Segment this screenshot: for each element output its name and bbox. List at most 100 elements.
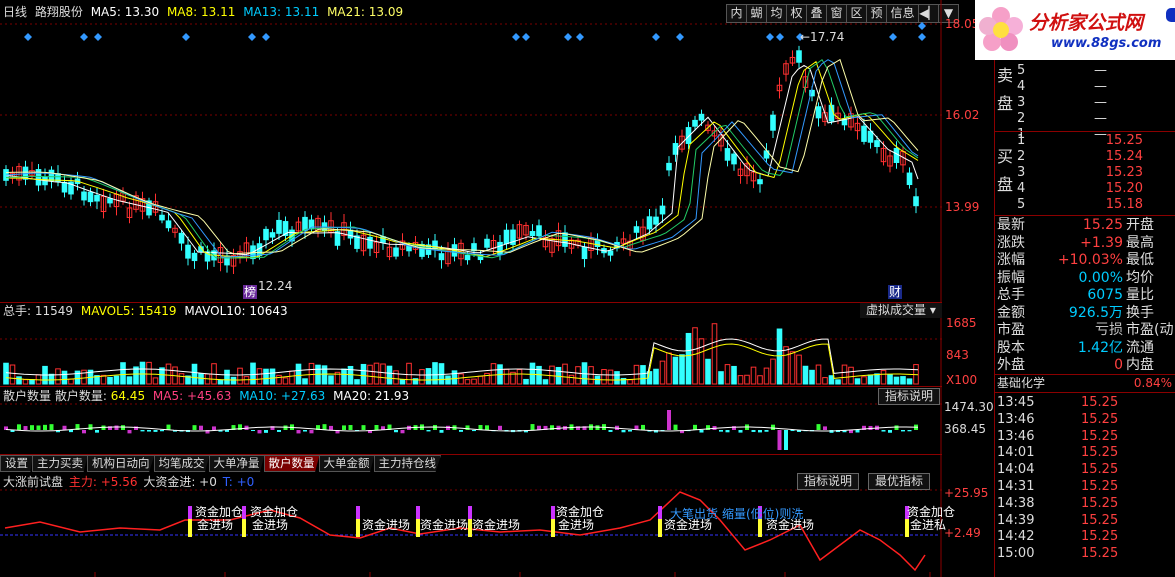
candle-body: [334, 231, 341, 246]
volume-bar: [854, 378, 861, 385]
candle-body: [484, 238, 490, 248]
list-item[interactable]: 1 15.25: [1017, 133, 1175, 149]
volume-bar: [360, 363, 367, 385]
candle-body: [61, 181, 68, 193]
tab-main-position[interactable]: 主力持仓线: [373, 455, 441, 472]
volume-bar: [438, 363, 445, 385]
quote-value: +1.39: [1080, 234, 1123, 251]
candle-body: [464, 255, 471, 261]
tick-time: 13:46: [997, 411, 1035, 427]
quote-label: 总手: [997, 287, 1025, 303]
sector-row[interactable]: 基础化学 0.84%: [997, 375, 1172, 391]
tab-avg-trade[interactable]: 均笔成交: [153, 455, 210, 472]
volume-bar: [809, 369, 815, 385]
volume-mode-dropdown[interactable]: 虚拟成交量 ▾: [860, 303, 942, 318]
flower-logo-icon: [978, 6, 1024, 52]
logo-corner-icon: [1166, 8, 1175, 22]
volume-bar: [763, 367, 770, 385]
tick-time: 14:39: [997, 512, 1035, 528]
volume-bar: [698, 338, 705, 385]
volume-bar: [776, 328, 783, 385]
finance-badge-icon[interactable]: 财: [888, 285, 903, 299]
volume-bar: [588, 366, 594, 385]
quote-label2: 最高: [1126, 234, 1154, 251]
indicator1-help-button[interactable]: 指标说明: [878, 388, 941, 405]
volume-bar: [705, 358, 711, 385]
volume-bar: [68, 378, 74, 385]
indicator2-best-button[interactable]: 最优指标: [868, 473, 931, 490]
signal-diamond-icon: [576, 33, 584, 41]
list-item[interactable]: 3—: [1017, 95, 1175, 111]
volume-bar: [607, 369, 614, 385]
indicator2-big: 大资金进: +0: [143, 475, 217, 489]
signal-label-sell: 大笔出货: [670, 507, 719, 521]
volume-bar: [848, 366, 854, 385]
signal-bar: [356, 519, 360, 537]
indicator1-ma20: MA20: 21.93: [333, 389, 410, 403]
volume-bar: [146, 361, 152, 385]
quote-label2: 均价: [1126, 269, 1154, 286]
volume-bar: [165, 363, 172, 385]
tab-big-net[interactable]: 大单净量: [208, 455, 265, 472]
tab-main-trade[interactable]: 主力买卖: [32, 455, 88, 472]
volume-bar: [373, 362, 380, 385]
volume-bar: [867, 374, 874, 385]
indicator1-bar: [153, 430, 158, 432]
tick-price: 15.25: [1081, 478, 1119, 494]
price-axis-low: 13.99: [945, 200, 980, 214]
indicator1-bar: [823, 426, 827, 430]
tab-settings[interactable]: 设置: [0, 455, 33, 472]
indicator1-bar: [225, 430, 229, 432]
indicator1-bar: [907, 430, 912, 432]
volume-bar: [237, 367, 243, 385]
volume-bar: [328, 375, 334, 385]
volume-bar: [341, 368, 347, 385]
quote-row: 振幅 0.00% 均价: [997, 270, 1175, 288]
tick-price: 15.25: [1081, 495, 1119, 511]
indicator1-bar: [472, 430, 476, 432]
list-item[interactable]: 2—: [1017, 111, 1175, 127]
signal-diamond-icon: [24, 33, 32, 41]
quote-row: 金额 926.5万 换手: [997, 305, 1175, 323]
quote-value: 0.00%: [1078, 269, 1123, 286]
candle-body: [94, 194, 100, 202]
signal-diamond-icon: [766, 33, 774, 41]
list-item[interactable]: 2 15.24: [1017, 149, 1175, 165]
quote-row: 涨幅 +10.03% 最低: [997, 252, 1175, 270]
signal-bar: [551, 519, 555, 537]
mavol10-value: 10643: [249, 304, 288, 318]
tab-institution[interactable]: 机构日动向: [87, 455, 155, 472]
signal-label: 金进场: [197, 518, 234, 532]
volume-bar: [191, 363, 198, 385]
volume-title: 总手: [3, 304, 28, 318]
indicator1-bar: [127, 430, 132, 434]
kline-chart[interactable]: [0, 0, 942, 577]
list-item[interactable]: 5 15.18: [1017, 197, 1175, 213]
order-price: 15.20: [1105, 181, 1143, 196]
tab-big-amount[interactable]: 大单金额: [318, 455, 375, 472]
signal-label: 资金加仓: [556, 505, 605, 519]
indicator1-ma5: MA5: +45.63: [152, 389, 232, 403]
indicator2-help-button[interactable]: 指标说明: [797, 473, 860, 490]
volume-bar: [770, 358, 776, 385]
indicator1-bar: [699, 430, 704, 433]
indicator1-bar: [608, 430, 613, 432]
order-index: 3: [1017, 95, 1026, 110]
indicator1-name2: 散户数量:: [54, 389, 107, 403]
signal-diamond-icon: [522, 33, 530, 41]
list-item[interactable]: 5—: [1017, 63, 1175, 79]
quote-row: 总手 6075 量比: [997, 287, 1175, 305]
candle-body: [393, 247, 399, 257]
volume-bar: [750, 366, 757, 385]
tick-price: 15.25: [1081, 512, 1119, 528]
candle-body: [653, 216, 659, 225]
tick-time: 14:31: [997, 478, 1035, 494]
tab-retail-count[interactable]: 散户数量: [263, 455, 320, 472]
signal-label: 资金加仓: [195, 505, 244, 519]
list-badge-icon[interactable]: 榜: [243, 285, 258, 299]
volume-bar: [737, 375, 744, 385]
list-item[interactable]: 4—: [1017, 79, 1175, 95]
list-item[interactable]: 3 15.23: [1017, 165, 1175, 181]
list-item[interactable]: 4 15.20: [1017, 181, 1175, 197]
signal-label-wash: 缩量(低位)则洗: [722, 507, 804, 521]
